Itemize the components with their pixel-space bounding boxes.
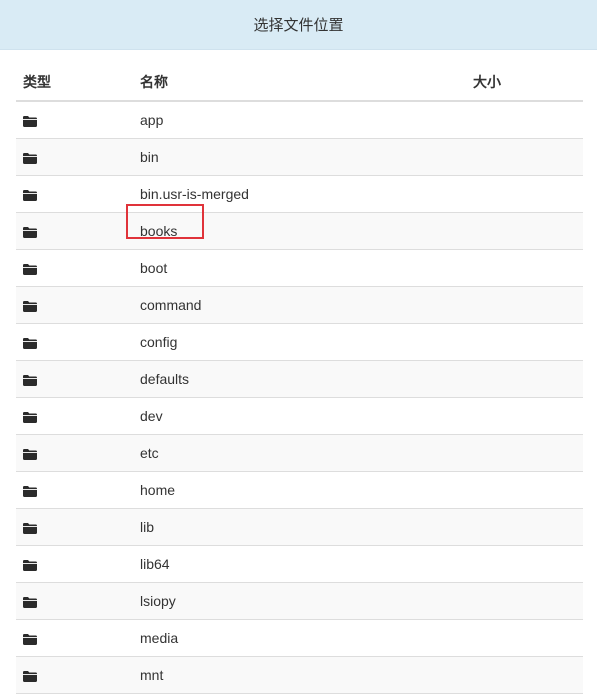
name-cell: command	[140, 297, 473, 313]
name-cell: config	[140, 334, 473, 350]
table-row[interactable]: books	[16, 204, 583, 250]
type-cell	[16, 223, 140, 239]
name-cell: lsiopy	[140, 593, 473, 609]
type-cell	[16, 556, 140, 572]
type-cell	[16, 593, 140, 609]
folder-icon	[23, 189, 37, 201]
table-row[interactable]: media	[16, 620, 583, 657]
folder-icon	[23, 559, 37, 571]
name-cell: media	[140, 630, 473, 646]
name-cell: books	[126, 204, 473, 239]
table-row[interactable]: app	[16, 102, 583, 139]
table-row[interactable]: bin	[16, 139, 583, 176]
column-header-name: 名称	[140, 74, 168, 90]
folder-icon	[23, 337, 37, 349]
type-cell	[16, 297, 140, 313]
table-row[interactable]: lib	[16, 509, 583, 546]
file-name: app	[140, 112, 164, 128]
type-cell	[16, 667, 140, 683]
file-table: 类型 名称 大小 app bin bin.usr-is-merged books boo…	[16, 64, 583, 694]
name-cell: etc	[140, 445, 473, 461]
folder-icon	[23, 411, 37, 423]
name-cell: app	[140, 112, 473, 128]
table-row[interactable]: dev	[16, 398, 583, 435]
dialog-header: 选择文件位置	[0, 0, 597, 50]
name-cell: home	[140, 482, 473, 498]
table-row[interactable]: mnt	[16, 657, 583, 694]
folder-icon	[23, 485, 37, 497]
file-name: defaults	[140, 371, 190, 387]
folder-icon	[23, 226, 37, 238]
file-name: lib64	[140, 556, 170, 572]
file-name: boot	[140, 260, 168, 276]
file-name: etc	[140, 445, 159, 461]
name-cell: bin	[140, 149, 473, 165]
file-name: lib	[140, 519, 155, 535]
folder-icon	[23, 263, 37, 275]
type-cell	[16, 112, 140, 128]
table-row[interactable]: lib64	[16, 546, 583, 583]
folder-icon	[23, 633, 37, 645]
column-header-type: 类型	[23, 74, 51, 90]
folder-icon	[23, 115, 37, 127]
table-row[interactable]: lsiopy	[16, 583, 583, 620]
name-cell: mnt	[140, 667, 473, 683]
type-cell	[16, 408, 140, 424]
name-cell: dev	[140, 408, 473, 424]
file-name: lsiopy	[140, 593, 176, 609]
type-cell	[16, 630, 140, 646]
file-name: dev	[140, 408, 163, 424]
type-cell	[16, 186, 140, 202]
type-cell	[16, 482, 140, 498]
folder-icon	[23, 152, 37, 164]
name-cell: lib	[140, 519, 473, 535]
type-cell	[16, 149, 140, 165]
table-row[interactable]: home	[16, 472, 583, 509]
file-name: config	[140, 334, 178, 350]
type-cell	[16, 519, 140, 535]
folder-icon	[23, 448, 37, 460]
folder-icon	[23, 300, 37, 312]
folder-icon	[23, 522, 37, 534]
table-body: app bin bin.usr-is-merged books boot command c…	[16, 102, 583, 694]
column-header-size: 大小	[473, 74, 501, 90]
file-name: media	[140, 630, 179, 646]
file-name: books	[140, 223, 178, 239]
table-row[interactable]: bin.usr-is-merged	[16, 176, 583, 213]
table-row[interactable]: etc	[16, 435, 583, 472]
table-row[interactable]: boot	[16, 250, 583, 287]
table-row[interactable]: command	[16, 287, 583, 324]
name-cell: lib64	[140, 556, 473, 572]
file-name: home	[140, 482, 176, 498]
name-cell: boot	[140, 260, 473, 276]
table-header: 类型 名称 大小	[16, 64, 583, 102]
type-cell	[16, 334, 140, 350]
type-cell	[16, 260, 140, 276]
folder-icon	[23, 670, 37, 682]
table-row[interactable]: config	[16, 324, 583, 361]
folder-icon	[23, 374, 37, 386]
type-cell	[16, 445, 140, 461]
table-row[interactable]: defaults	[16, 361, 583, 398]
file-name: bin.usr-is-merged	[140, 186, 249, 202]
folder-icon	[23, 596, 37, 608]
file-name: bin	[140, 149, 159, 165]
dialog-title: 选择文件位置	[253, 17, 344, 34]
name-cell: bin.usr-is-merged	[140, 186, 473, 202]
type-cell	[16, 371, 140, 387]
name-cell: defaults	[140, 371, 473, 387]
file-name: mnt	[140, 667, 164, 683]
file-name: command	[140, 297, 202, 313]
